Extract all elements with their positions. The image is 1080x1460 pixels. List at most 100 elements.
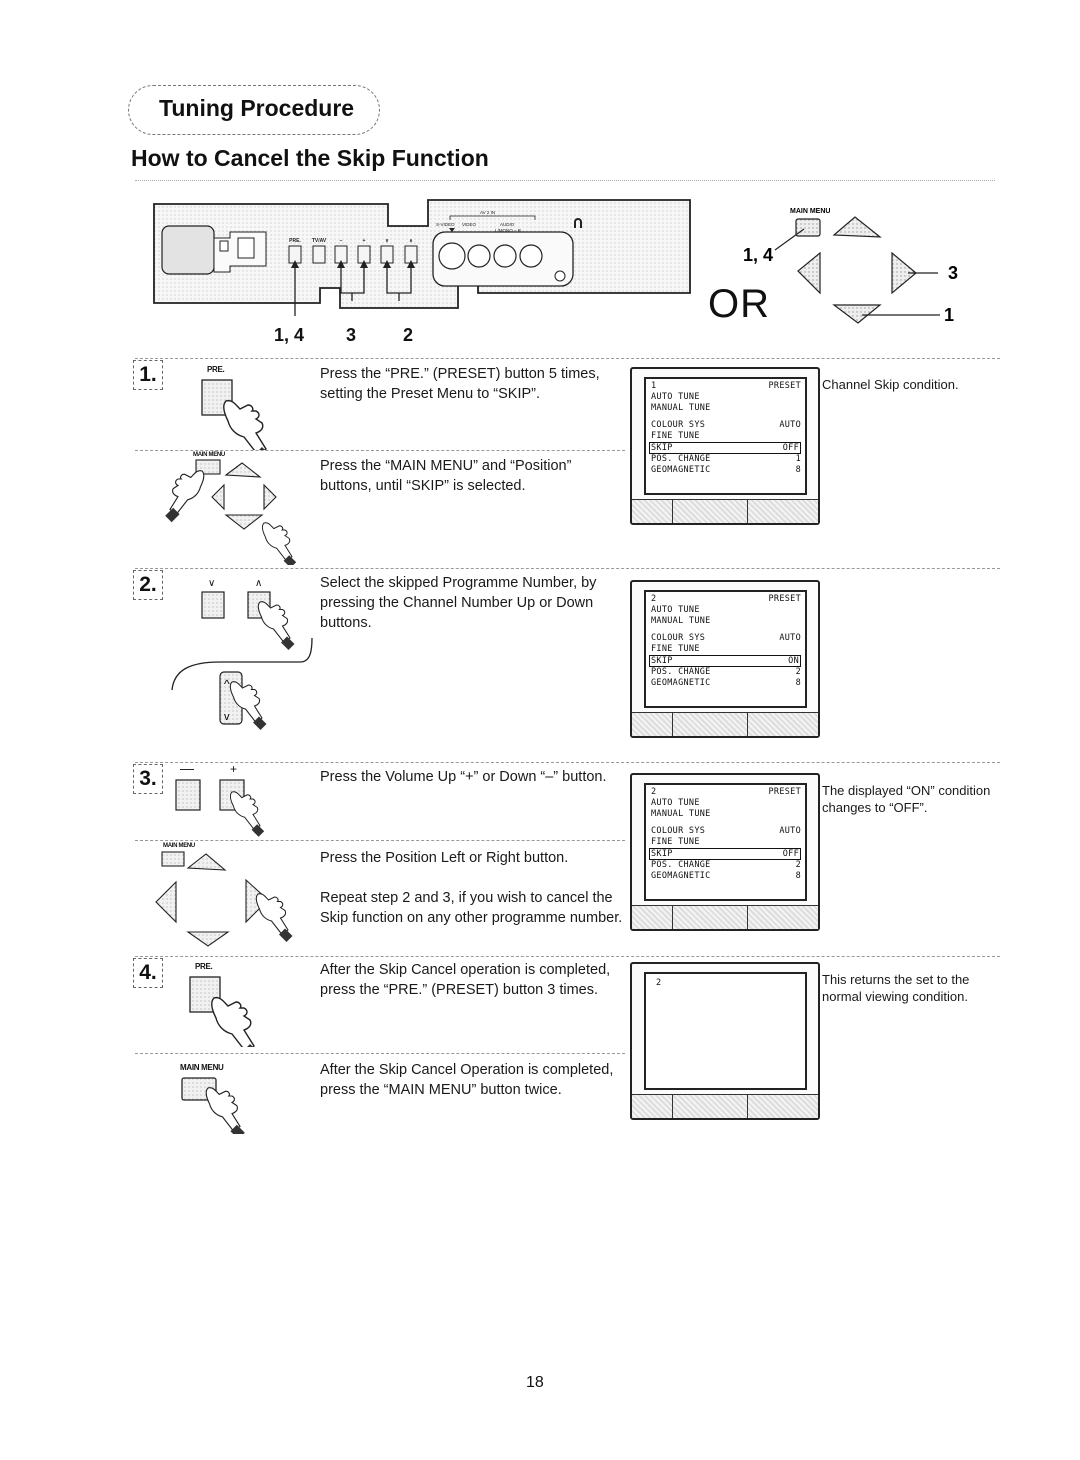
divider xyxy=(135,762,1000,763)
panel-callout-1-4: 1, 4 xyxy=(274,325,305,345)
jack-label-audio: AUDIO xyxy=(500,222,515,227)
divider xyxy=(135,358,1000,359)
osd-row: FINE TUNE xyxy=(651,837,801,848)
osd-row-label: 2 xyxy=(651,594,657,604)
step3-minus-label: — xyxy=(180,760,194,776)
osd-row: 2 PRESET xyxy=(651,787,801,798)
jack-label-video: VIDEO xyxy=(462,222,477,227)
or-label: OR xyxy=(708,282,770,326)
osd-row: POS. CHANGE 2 xyxy=(651,667,801,678)
main-menu-button-icon xyxy=(795,218,821,237)
osd-row-selected: SKIP OFF xyxy=(649,848,801,860)
svg-text:^: ^ xyxy=(224,677,230,691)
osd-row: COLOUR SYS AUTO xyxy=(651,633,801,644)
step3-instruction-2: Press the Position Left or Right button. xyxy=(320,850,569,866)
jack-label-svideo: S-VIDEO xyxy=(436,222,455,227)
step2-down-label: ∨ xyxy=(208,578,216,589)
osd-row-label: AUTO TUNE xyxy=(651,605,700,615)
step4-main-menu-label: MAIN MENU xyxy=(180,1063,224,1072)
osd-row: FINE TUNE xyxy=(651,431,801,442)
osd-row-label: SKIP xyxy=(651,443,673,453)
step3-main-menu-label: MAIN MENU xyxy=(163,843,195,849)
tv-screen-step4: 2 xyxy=(630,962,820,1120)
osd-row: AUTO TUNE xyxy=(651,605,801,616)
osd-row-label: GEOMAGNETIC xyxy=(651,465,711,475)
tv-screen-step2: 2 PRESET AUTO TUNE MANUAL TUNE COLOUR SYS AUT… xyxy=(630,580,820,738)
press-channel-buttons-icon: ^ v xyxy=(171,591,313,731)
osd-row: COLOUR SYS AUTO xyxy=(651,826,801,837)
osd-row: AUTO TUNE xyxy=(651,392,801,403)
osd-row-value: 8 xyxy=(795,465,801,475)
osd-row-value: PRESET xyxy=(768,594,801,604)
panel-label-pre: PRE. xyxy=(289,238,301,244)
remote-callout-main-menu: 1, 4 xyxy=(743,245,773,265)
osd-row: POS. CHANGE 1 xyxy=(651,454,801,465)
page-title: How to Cancel the Skip Function xyxy=(131,145,489,171)
osd-row-label: 1 xyxy=(651,381,657,391)
osd-menu: 2 PRESET AUTO TUNE MANUAL TUNE COLOUR SYS AUT… xyxy=(649,594,801,689)
osd-row-value: 1 xyxy=(795,454,801,464)
panel-label-minus: – xyxy=(340,238,343,244)
osd-channel-number: 2 xyxy=(656,978,662,988)
osd-row-label: POS. CHANGE xyxy=(651,667,711,677)
divider xyxy=(135,1053,625,1054)
osd-row-value: 8 xyxy=(795,871,801,881)
step-number-2: 2. xyxy=(133,570,163,600)
divider xyxy=(135,568,1000,569)
step1-instruction-1: Press the “PRE.” (PRESET) button 5 times… xyxy=(320,366,600,402)
panel-label-tvav: TV/AV xyxy=(312,238,327,244)
tv-screen-step1: 1 PRESET AUTO TUNE MANUAL TUNE COLOUR SYS AUT… xyxy=(630,367,820,525)
step1-instruction-2: Press the “MAIN MENU” and “Position” but… xyxy=(320,458,572,494)
page-number: 18 xyxy=(526,1374,544,1391)
osd-row: POS. CHANGE 2 xyxy=(651,860,801,871)
step3-instruction-3: Repeat step 2 and 3, if you wish to canc… xyxy=(320,890,623,926)
step3-note: The displayed “ON” condition changes to … xyxy=(822,783,991,815)
step2-up-label: ∧ xyxy=(255,578,263,589)
step1-pre-label: PRE. xyxy=(207,365,225,374)
osd-row: FINE TUNE xyxy=(651,644,801,655)
osd-row-value: PRESET xyxy=(768,381,801,391)
osd-row-label: POS. CHANGE xyxy=(651,860,711,870)
osd-row-value: OFF xyxy=(782,443,799,453)
osd-row: COLOUR SYS AUTO xyxy=(651,420,801,431)
osd-row-value: 2 xyxy=(795,860,801,870)
osd-row-value: 2 xyxy=(795,667,801,677)
panel-label-down: ∨ xyxy=(385,238,389,244)
osd-row: MANUAL TUNE xyxy=(651,403,801,414)
divider xyxy=(135,956,1000,957)
osd-menu: 1 PRESET AUTO TUNE MANUAL TUNE COLOUR SYS AUT… xyxy=(649,381,801,476)
step3-plus-label: + xyxy=(230,762,237,776)
osd-row-label: FINE TUNE xyxy=(651,431,700,441)
step4-instruction-2: After the Skip Cancel Operation is compl… xyxy=(320,1062,614,1098)
osd-row-value: AUTO xyxy=(779,633,801,643)
step-number-3: 3. xyxy=(133,764,163,794)
osd-row-value: 8 xyxy=(795,678,801,688)
remote-callout-right: 3 xyxy=(948,263,958,283)
osd-row-value: AUTO xyxy=(779,420,801,430)
section-label: Tuning Procedure xyxy=(128,85,380,135)
osd-row-label: MANUAL TUNE xyxy=(651,403,711,413)
section-label-text: Tuning Procedure xyxy=(159,95,355,121)
osd-row-label: AUTO TUNE xyxy=(651,798,700,808)
title-divider xyxy=(135,180,995,181)
osd-row-label: COLOUR SYS xyxy=(651,826,706,836)
osd-row-label: SKIP xyxy=(651,849,673,859)
av-group-label: AV 2 IN xyxy=(480,210,495,215)
position-left-icon xyxy=(797,251,821,295)
step1-note: Channel Skip condition. xyxy=(822,377,959,392)
position-down-icon xyxy=(832,304,882,324)
osd-row: MANUAL TUNE xyxy=(651,809,801,820)
position-up-icon xyxy=(832,216,882,238)
osd-row: GEOMAGNETIC 8 xyxy=(651,465,801,476)
press-pre-button-icon xyxy=(189,976,261,1047)
osd-row: GEOMAGNETIC 8 xyxy=(651,678,801,689)
jack-label-lr: L/MONO – R xyxy=(495,228,522,233)
osd-row-label: FINE TUNE xyxy=(651,837,700,847)
osd-row-value: ON xyxy=(788,656,799,666)
step4-pre-label: PRE. xyxy=(195,962,213,971)
osd-row-label: POS. CHANGE xyxy=(651,454,711,464)
osd-row: 1 PRESET xyxy=(651,381,801,392)
osd-row-label: MANUAL TUNE xyxy=(651,809,711,819)
osd-menu: 2 PRESET AUTO TUNE MANUAL TUNE COLOUR SYS AUT… xyxy=(649,787,801,882)
step4-note: This returns the set to the normal viewi… xyxy=(822,972,970,1004)
